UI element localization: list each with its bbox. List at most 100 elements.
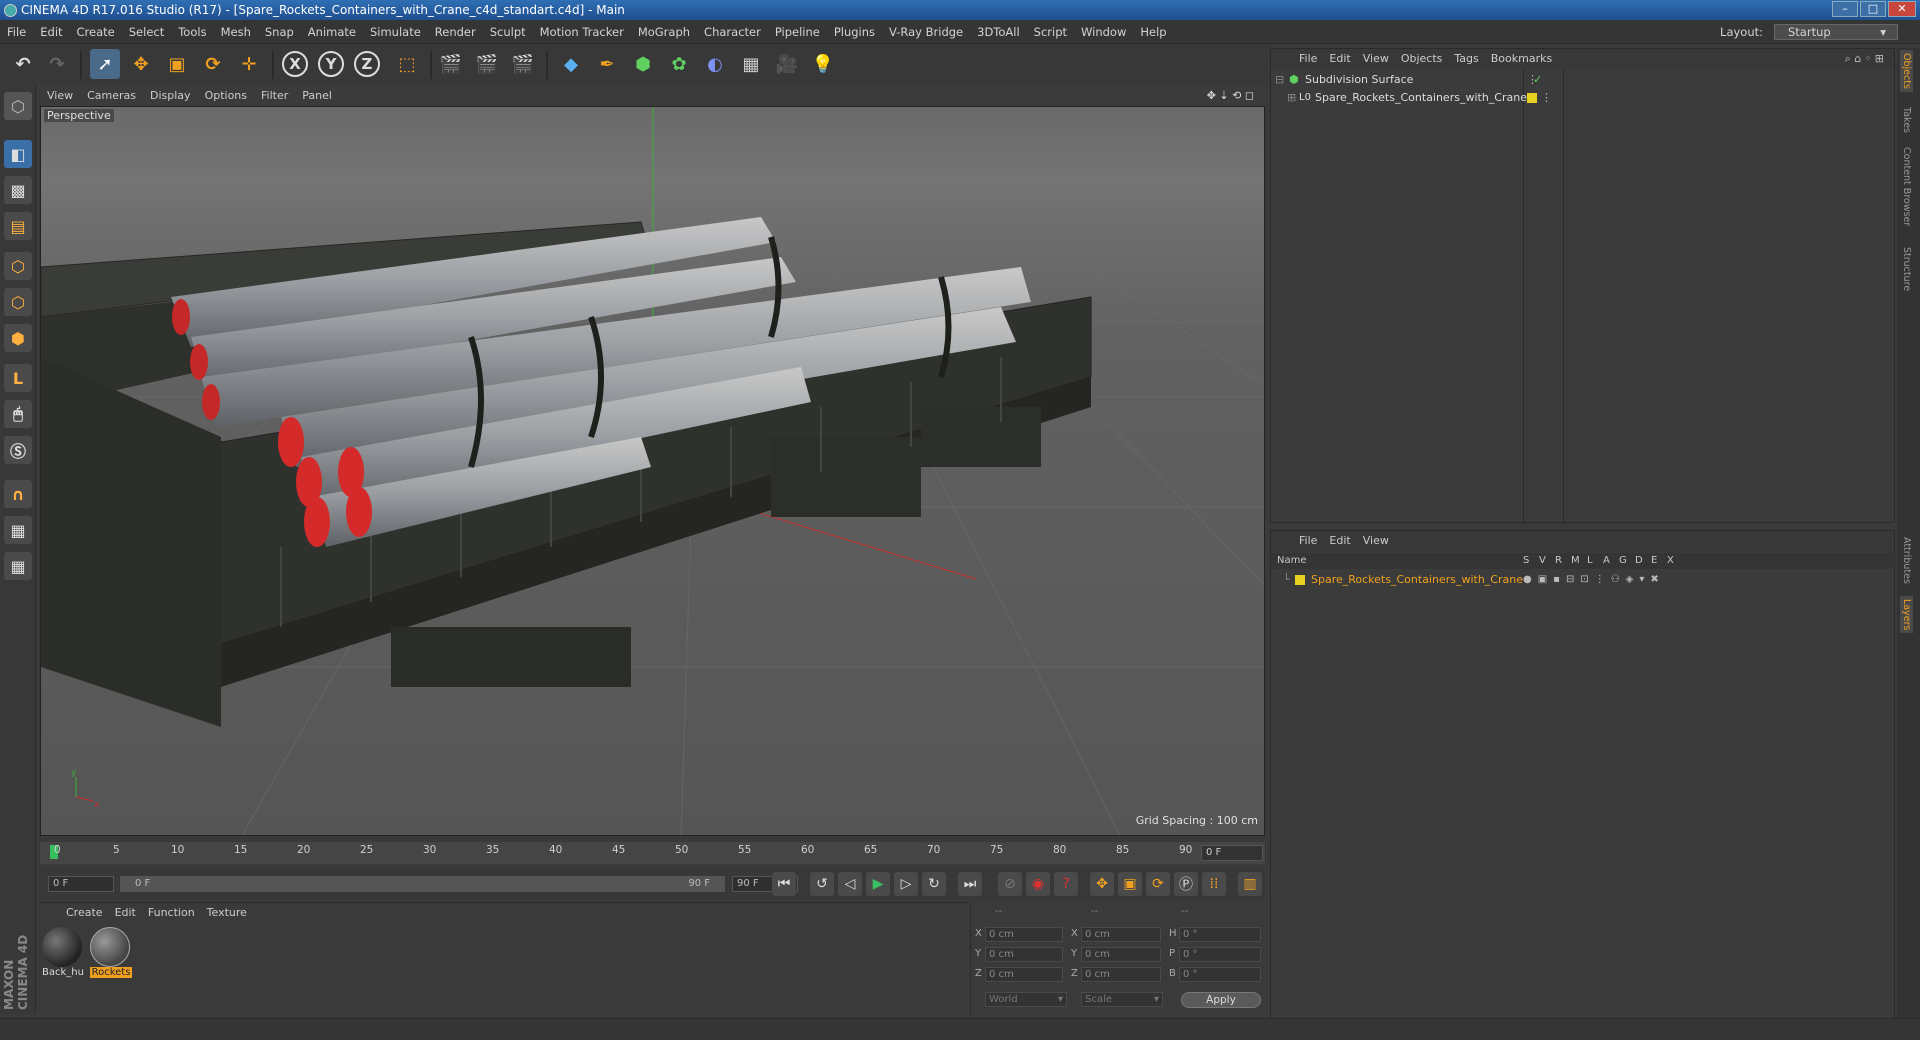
layer-menu-edit[interactable]: Edit xyxy=(1323,531,1356,551)
menu-tools[interactable]: Tools xyxy=(171,20,213,44)
key-position-button[interactable]: ✥ xyxy=(1090,872,1114,896)
position-y-field[interactable]: 0 cm xyxy=(985,947,1063,962)
key-parameter-button[interactable]: Ⓟ xyxy=(1174,872,1198,896)
menu-render[interactable]: Render xyxy=(428,20,483,44)
apply-button[interactable]: Apply xyxy=(1181,992,1261,1008)
polygons-mode-button[interactable]: ⬢ xyxy=(4,324,32,352)
key-scale-button[interactable]: ▣ xyxy=(1118,872,1142,896)
play-button[interactable]: ▶ xyxy=(866,872,890,896)
redo-button[interactable]: ↷ xyxy=(42,49,72,79)
model-mode-button[interactable]: ◧ xyxy=(4,140,32,168)
layer-menu-file[interactable]: File xyxy=(1293,531,1323,551)
layer-menu-view[interactable]: View xyxy=(1357,531,1395,551)
goto-end-button[interactable]: ⏭ xyxy=(958,872,982,896)
menu-motion-tracker[interactable]: Motion Tracker xyxy=(533,20,631,44)
texture-mode-button[interactable]: ▩ xyxy=(4,176,32,204)
menu-sculpt[interactable]: Sculpt xyxy=(483,20,533,44)
size-x-field[interactable]: 0 cm xyxy=(1081,927,1161,942)
menu-animate[interactable]: Animate xyxy=(301,20,363,44)
preview-range-slider[interactable]: 0 F 90 F xyxy=(120,876,725,892)
select-tool-button[interactable]: ➚ xyxy=(90,49,120,79)
render-settings-button[interactable]: 🎬 xyxy=(508,49,538,79)
layer-flag-icons[interactable]: ●▣▪⊟⊡⋮⚇◈▾✖ xyxy=(1523,571,1665,589)
coordinate-system-button[interactable]: ⬚ xyxy=(392,49,422,79)
key-pla-button[interactable]: ⁞⁞ xyxy=(1202,872,1226,896)
material-swatch[interactable]: Back_hu xyxy=(42,927,84,985)
deformer-button[interactable]: ◐ xyxy=(700,49,730,79)
tab-structure[interactable]: Structure xyxy=(1900,244,1913,294)
prev-frame-button[interactable]: ◁ xyxy=(838,872,862,896)
viewport-menu-filter[interactable]: Filter xyxy=(254,86,295,106)
object-menu-tags[interactable]: Tags xyxy=(1448,49,1484,69)
layout-select[interactable]: Startup ▾ xyxy=(1774,24,1898,40)
menu-create[interactable]: Create xyxy=(70,20,122,44)
spline-pen-button[interactable]: ✒ xyxy=(592,49,622,79)
axis-mode-button[interactable]: L xyxy=(4,364,32,392)
menu-3dtoall[interactable]: 3DToAll xyxy=(970,20,1027,44)
checkmark-icon[interactable]: ✓ xyxy=(1533,71,1542,89)
tweak-mode-button[interactable]: 🖱 xyxy=(4,400,32,428)
mograph-cloner-button[interactable]: ✿ xyxy=(664,49,694,79)
tab-content-browser[interactable]: Content Browser xyxy=(1900,144,1913,229)
object-menu-view[interactable]: View xyxy=(1357,49,1395,69)
tab-layers[interactable]: Layers xyxy=(1900,596,1913,634)
expand-toggle-icon[interactable]: ⊞ xyxy=(1287,89,1296,107)
solo-button[interactable]: Ⓢ xyxy=(4,436,32,464)
size-mode-select[interactable]: Scale ▾ xyxy=(1081,992,1163,1007)
rotation-b-field[interactable]: 0 ° xyxy=(1179,967,1261,982)
timeline-window-button[interactable]: ▥ xyxy=(1238,872,1262,896)
scale-tool-button[interactable]: ▣ xyxy=(162,49,192,79)
tab-objects[interactable]: Objects xyxy=(1900,50,1913,92)
key-rotation-button[interactable]: ⟳ xyxy=(1146,872,1170,896)
current-frame-field[interactable]: 0 F xyxy=(1201,845,1263,861)
collapse-toggle-icon[interactable]: ⊟ xyxy=(1275,71,1284,89)
viewport-menu-display[interactable]: Display xyxy=(143,86,198,106)
perspective-viewport[interactable]: y x Perspective Grid Spacing : 100 cm xyxy=(40,106,1265,836)
menu-mograph[interactable]: MoGraph xyxy=(631,20,697,44)
maximize-button[interactable]: □ xyxy=(1860,1,1886,17)
next-frame-button[interactable]: ▷ xyxy=(894,872,918,896)
camera-object-button[interactable]: 🎥 xyxy=(772,49,802,79)
y-axis-lock-button[interactable]: Y xyxy=(318,51,344,77)
next-key-button[interactable]: ↻ xyxy=(922,872,946,896)
menu-character[interactable]: Character xyxy=(697,20,768,44)
subdivision-surface-button[interactable]: ⬢ xyxy=(628,49,658,79)
autokey-button[interactable]: ? xyxy=(1054,872,1078,896)
object-manager-nav-icons[interactable]: ⌕ ⌂ ◦ ⊞ xyxy=(1839,49,1890,69)
menu-pipeline[interactable]: Pipeline xyxy=(768,20,827,44)
layer-color-swatch[interactable] xyxy=(1295,575,1305,585)
lock-workplane-button[interactable]: ▦ xyxy=(4,516,32,544)
menu-simulate[interactable]: Simulate xyxy=(363,20,428,44)
position-x-field[interactable]: 0 cm xyxy=(985,927,1063,942)
layer-row[interactable]: └ Spare_Rockets_Containers_with_Crane ●▣… xyxy=(1271,571,1911,589)
timeline-ruler[interactable]: 0 5 10 15 20 25 30 35 40 45 50 55 60 65 … xyxy=(40,842,1265,864)
render-view-button[interactable]: 🎬 xyxy=(436,49,466,79)
object-row[interactable]: ⊞ L0 Spare_Rockets_Containers_with_Crane… xyxy=(1271,89,1911,107)
z-axis-lock-button[interactable]: Z xyxy=(354,51,380,77)
rotation-p-field[interactable]: 0 ° xyxy=(1179,947,1261,962)
material-menu-texture[interactable]: Texture xyxy=(201,903,253,923)
start-frame-field[interactable]: 0 F xyxy=(48,876,114,892)
material-menu-edit[interactable]: Edit xyxy=(109,903,142,923)
coordinate-mode-select[interactable]: World ▾ xyxy=(985,992,1067,1007)
object-row[interactable]: ⊟ ⬢ Subdivision Surface ⋮ ✓ xyxy=(1271,71,1911,89)
visibility-dots-icon[interactable]: ⋮ xyxy=(1541,89,1552,107)
menu-mesh[interactable]: Mesh xyxy=(214,20,258,44)
menu-snap[interactable]: Snap xyxy=(258,20,301,44)
light-object-button[interactable]: 💡 xyxy=(808,49,838,79)
edges-mode-button[interactable]: ⬡ xyxy=(4,288,32,316)
record-button[interactable]: ◉ xyxy=(1026,872,1050,896)
layer-color-tag[interactable] xyxy=(1527,93,1537,103)
material-menu-create[interactable]: Create xyxy=(60,903,109,923)
cube-object-button[interactable]: ◆ xyxy=(556,49,586,79)
undo-button[interactable]: ↶ xyxy=(8,49,38,79)
menu-plugins[interactable]: Plugins xyxy=(827,20,882,44)
menu-script[interactable]: Script xyxy=(1027,20,1074,44)
viewport-menu-view[interactable]: View xyxy=(40,86,80,106)
move-tool-button[interactable]: ✥ xyxy=(126,49,156,79)
snap-button[interactable]: ∩ xyxy=(4,480,32,508)
menu-file[interactable]: File xyxy=(0,20,33,44)
record-off-button[interactable]: ⊘ xyxy=(998,872,1022,896)
tab-attributes[interactable]: Attributes xyxy=(1900,534,1913,587)
menu-help[interactable]: Help xyxy=(1133,20,1173,44)
